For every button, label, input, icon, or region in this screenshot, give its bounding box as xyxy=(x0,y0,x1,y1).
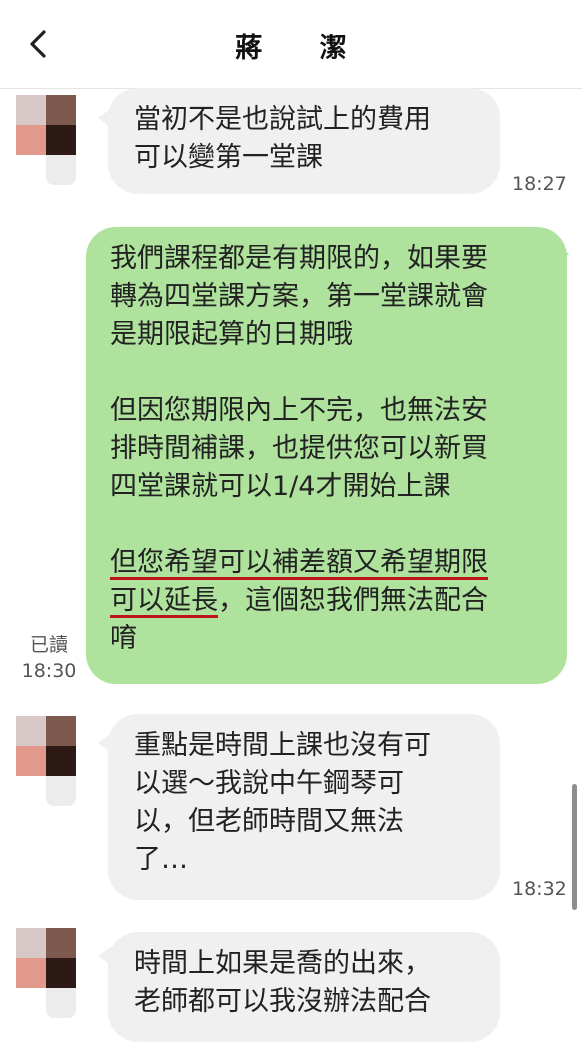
message-text: 唷 xyxy=(110,623,137,654)
message-text: 當初不是也說試上的費用 xyxy=(134,104,431,135)
message-timestamp: 18:30 xyxy=(21,660,77,682)
read-label: 已讀 xyxy=(29,634,68,656)
message-text: 但您希望可以補差額又希望期限 xyxy=(110,544,545,582)
message-text: 我們課程都是有期限的，如果要 xyxy=(110,243,488,274)
scrollbar[interactable] xyxy=(572,784,577,910)
message-timestamp: 18:27 xyxy=(512,173,567,195)
message-text: 排時間補課，也提供您可以新買 xyxy=(110,433,488,464)
message-text: 了… xyxy=(134,844,188,875)
message-bubble-outgoing[interactable]: 我們課程都是有期限的，如果要 轉為四堂課方案，第一堂課就會 是期限起算的日期哦 … xyxy=(86,227,567,684)
avatar[interactable] xyxy=(16,928,76,1020)
message-bubble-incoming[interactable]: 重點是時間上課也沒有可 以選～我說中午鋼琴可 以，但老師時間又無法 了… xyxy=(108,714,500,900)
message-text: 可以變第一堂課 xyxy=(134,142,323,173)
message-text: 以，但老師時間又無法 xyxy=(134,806,404,837)
avatar[interactable] xyxy=(16,95,76,187)
message-text: 重點是時間上課也沒有可 xyxy=(134,730,431,761)
message-text: 時間上如果是喬的出來， xyxy=(134,948,431,979)
underlined-text: 但您希望可以補差額又希望期限 xyxy=(110,547,488,578)
message-text: 四堂課就可以1/4才開始上課 xyxy=(110,471,451,502)
message-text: 老師都可以我沒辦法配合 xyxy=(134,986,431,1017)
page-title: 蔣 潔 xyxy=(235,33,371,64)
message-text-rest: ，這個恕我們無法配合 xyxy=(218,585,488,616)
message-text: 以選～我說中午鋼琴可 xyxy=(134,768,404,799)
message-bubble-incoming[interactable]: 時間上如果是喬的出來， 老師都可以我沒辦法配合 xyxy=(108,932,500,1042)
message-timestamp: 18:32 xyxy=(512,878,567,900)
message-text: 是期限起算的日期哦 xyxy=(110,319,353,350)
chat-header: 蔣 潔 xyxy=(0,0,582,89)
message-text: 轉為四堂課方案，第一堂課就會 xyxy=(110,281,488,312)
avatar[interactable] xyxy=(16,716,76,808)
message-text: 但因您期限內上不完，也無法安 xyxy=(110,395,488,426)
message-bubble-incoming[interactable]: 當初不是也說試上的費用 可以變第一堂課 xyxy=(108,88,500,194)
read-status: 已讀 18:30 xyxy=(14,632,84,684)
message-text: 可以延長，這個恕我們無法配合 xyxy=(110,582,545,620)
underlined-text: 可以延長 xyxy=(110,585,218,616)
